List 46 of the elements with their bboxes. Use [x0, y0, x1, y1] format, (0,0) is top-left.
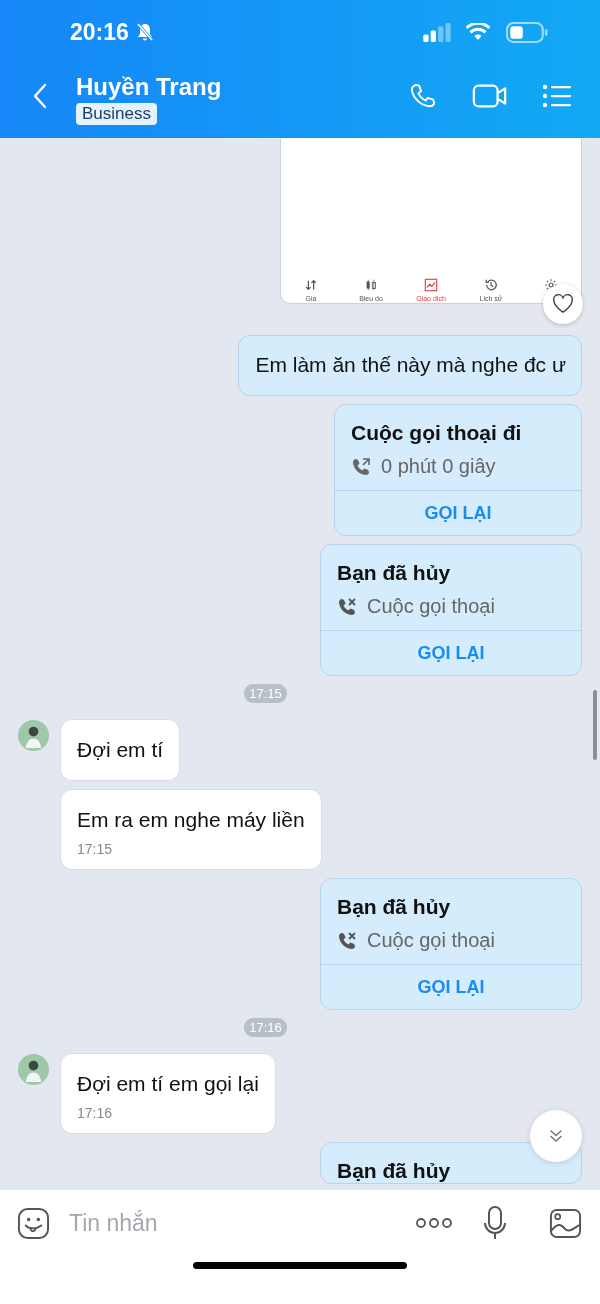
contact-name: Huyền Trang	[76, 71, 222, 102]
history-icon	[484, 278, 498, 292]
business-badge: Business	[76, 102, 157, 125]
message-text: Em làm ăn thế này mà nghe đc ư	[255, 352, 566, 378]
call-title: Bạn đã hủy	[336, 894, 452, 919]
call-back-button[interactable]: GỌI LẠI	[321, 965, 581, 1009]
call-title: Bạn đã hủy	[336, 560, 452, 585]
time-chip: 17:15	[244, 684, 287, 703]
battery-icon	[506, 21, 548, 43]
call-back-button[interactable]: GỌI LẠI	[321, 631, 581, 675]
signal-icon	[422, 22, 452, 42]
message-input[interactable]: Tin nhắn	[67, 1208, 415, 1238]
phone-cross-icon	[337, 930, 357, 951]
candlestick-icon	[364, 278, 378, 292]
phone-icon[interactable]	[408, 82, 438, 110]
call-back-button[interactable]: GỌI LẠI	[335, 491, 581, 535]
image-icon[interactable]	[549, 1206, 582, 1240]
message-time: 17:15	[77, 841, 114, 857]
status-time: 20:16	[70, 18, 129, 46]
time-chip: 17:16	[244, 1018, 287, 1037]
call-title: Bạn đã hủy	[336, 1158, 452, 1183]
more-icon[interactable]	[415, 1216, 453, 1230]
scrollbar[interactable]	[593, 690, 597, 760]
settings-icon	[544, 278, 558, 292]
phone-outgoing-icon	[351, 456, 371, 477]
message-text: Đợi em tí em gọi lại	[77, 1071, 259, 1097]
line-chart-icon	[424, 278, 438, 292]
call-detail: 0 phút 0 giây	[381, 455, 496, 478]
call-detail: Cuộc gọi thoại	[367, 595, 495, 618]
message-time: 17:16	[77, 1105, 114, 1121]
avatar[interactable]	[17, 719, 50, 752]
microphone-icon[interactable]	[483, 1205, 507, 1241]
message-text: Em ra em nghe máy liền	[77, 807, 305, 833]
phone-cross-icon	[337, 596, 357, 617]
arrows-icon	[304, 278, 318, 292]
call-title: Cuộc gọi thoại đi	[350, 420, 523, 445]
menu-icon[interactable]	[542, 82, 572, 110]
message-text: Đợi em tí	[77, 737, 164, 763]
call-detail: Cuộc gọi thoại	[367, 929, 495, 952]
video-camera-icon[interactable]	[472, 82, 508, 110]
react-button[interactable]	[543, 284, 583, 324]
back-icon[interactable]	[32, 83, 48, 109]
avatar[interactable]	[17, 1053, 50, 1086]
wifi-icon	[466, 23, 490, 41]
heart-icon	[552, 294, 574, 314]
sticker-icon[interactable]	[17, 1206, 50, 1240]
